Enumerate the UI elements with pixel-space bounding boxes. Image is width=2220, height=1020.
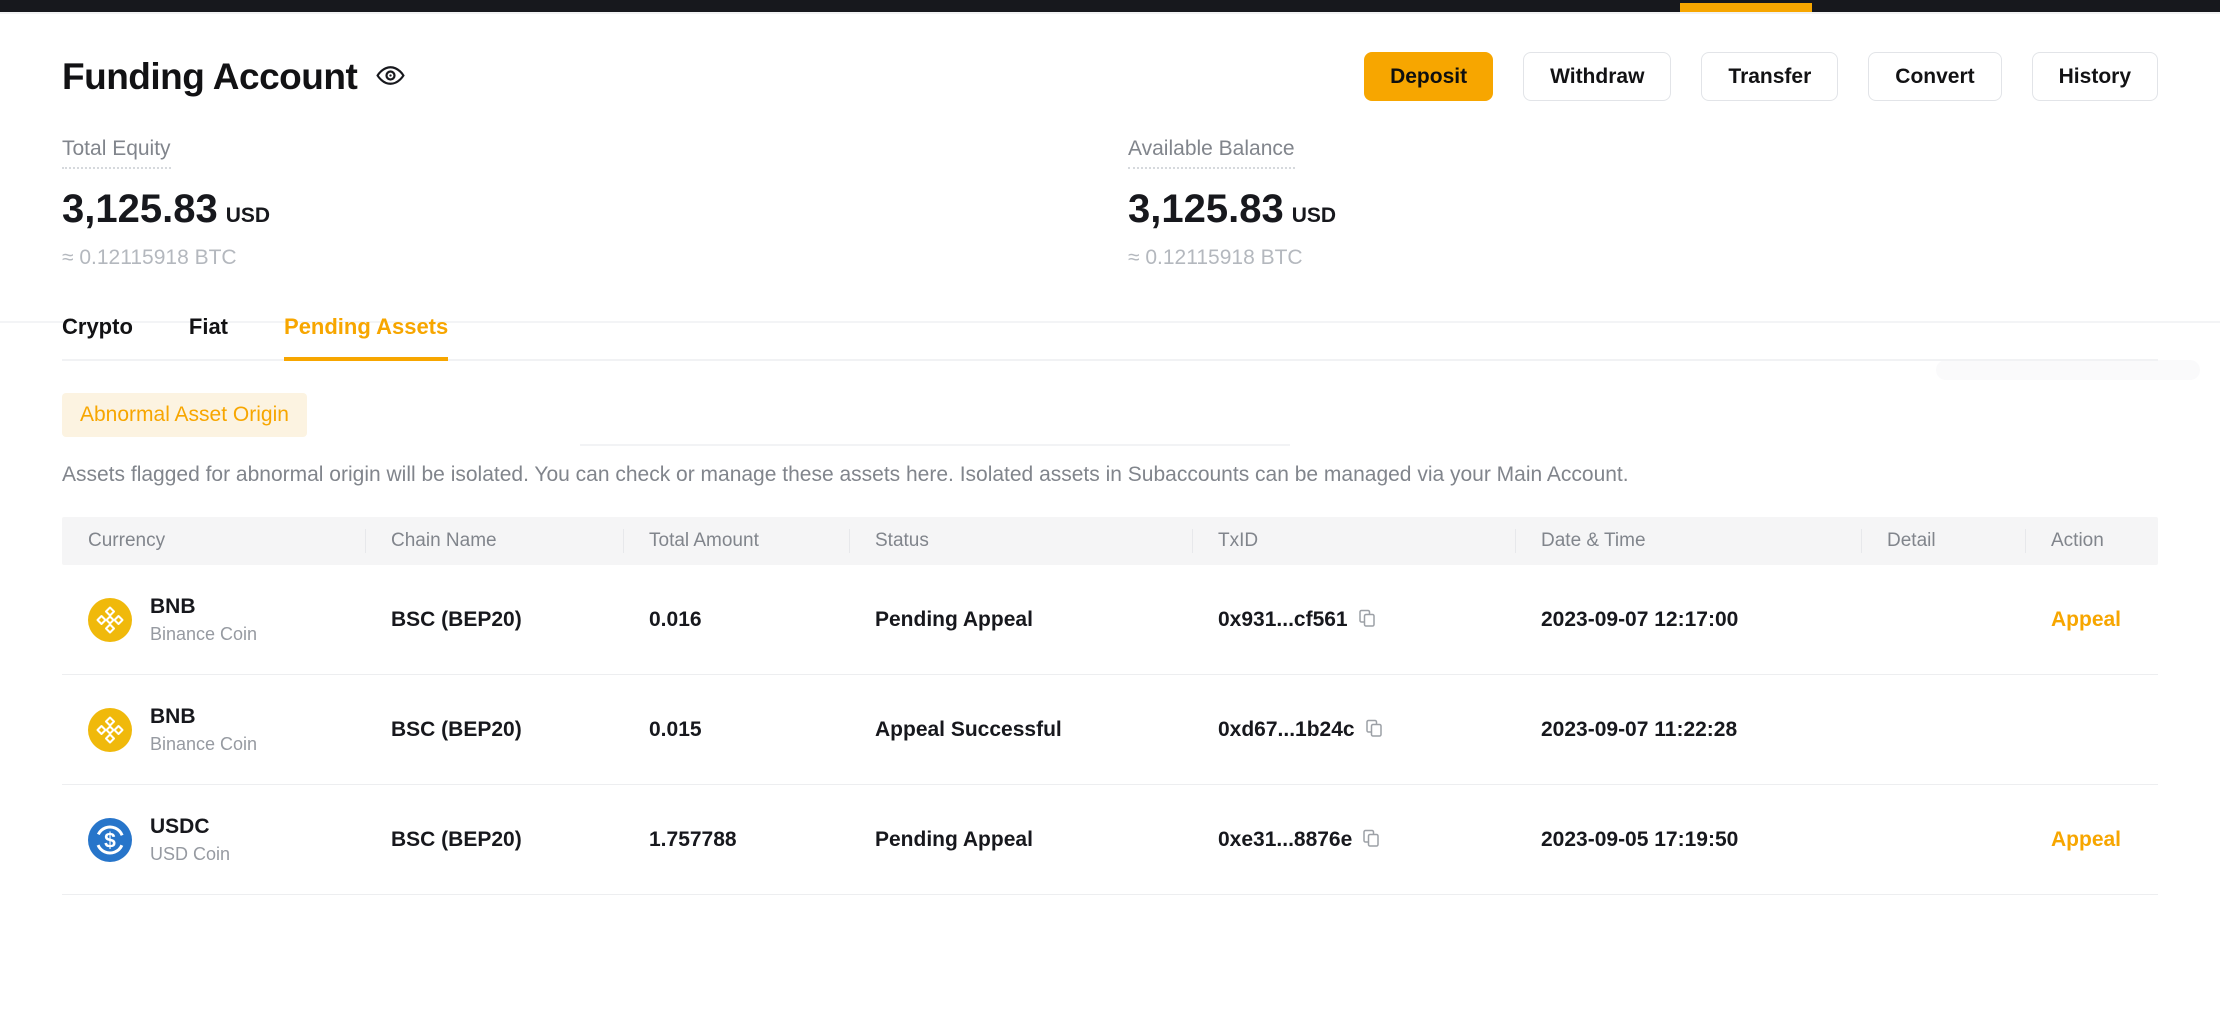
column-header-action: Action: [2025, 517, 2158, 565]
top-bar-edge: [0, 12, 2220, 14]
copy-icon: [1361, 828, 1381, 851]
page-title: Funding Account: [62, 56, 357, 98]
column-header-currency: Currency: [62, 517, 365, 565]
total-equity-value: 3,125.83USD: [62, 187, 1128, 232]
coin-name: Binance Coin: [150, 734, 257, 755]
chain-name-cell: BSC (BEP20): [365, 608, 623, 632]
convert-button[interactable]: Convert: [1868, 52, 2001, 101]
txid-value: 0xd67...1b24c: [1218, 718, 1355, 742]
column-header-date-time: Date & Time: [1515, 517, 1861, 565]
txid-cell: 0x931...cf561: [1192, 608, 1515, 632]
bnb-coin-icon: [88, 598, 132, 642]
total-amount-cell: 1.757788: [623, 828, 849, 852]
tab-crypto[interactable]: Crypto: [62, 314, 133, 359]
column-header-txid: TxID: [1192, 517, 1515, 565]
column-header-total-amount: Total Amount: [623, 517, 849, 565]
txid-value: 0xe31...8876e: [1218, 828, 1352, 852]
account-actions: Deposit Withdraw Transfer Convert Histor…: [1364, 52, 2158, 101]
withdraw-button[interactable]: Withdraw: [1523, 52, 1671, 101]
available-balance-block: Available Balance 3,125.83USD ≈ 0.121159…: [1128, 137, 1336, 270]
bnb-coin-icon: [88, 708, 132, 752]
coin-symbol: BNB: [150, 705, 257, 729]
chain-name-cell: BSC (BEP20): [365, 718, 623, 742]
history-button[interactable]: History: [2032, 52, 2158, 101]
total-equity-btc-approx: ≈ 0.12115918 BTC: [62, 246, 1128, 270]
coin-name: Binance Coin: [150, 624, 257, 645]
deposit-button[interactable]: Deposit: [1364, 52, 1493, 101]
section-description: Assets flagged for abnormal origin will …: [62, 463, 2158, 487]
column-header-status: Status: [849, 517, 1192, 565]
status-cell: Appeal Successful: [849, 718, 1192, 742]
appeal-link[interactable]: Appeal: [2051, 608, 2121, 631]
page-header: Funding Account Deposit Withdraw Transfe…: [62, 52, 2158, 101]
available-balance-value: 3,125.83USD: [1128, 187, 1336, 232]
txid-value: 0x931...cf561: [1218, 608, 1348, 632]
total-equity-label: Total Equity: [62, 137, 171, 169]
chain-name-cell: BSC (BEP20): [365, 828, 623, 852]
total-equity-block: Total Equity 3,125.83USD ≈ 0.12115918 BT…: [62, 137, 1128, 270]
appeal-link[interactable]: Appeal: [2051, 828, 2121, 851]
total-equity-currency: USD: [226, 204, 270, 227]
date-time-cell: 2023-09-05 17:19:50: [1515, 828, 1861, 852]
transfer-button[interactable]: Transfer: [1701, 52, 1838, 101]
available-balance-label: Available Balance: [1128, 137, 1295, 169]
currency-cell: BNB Binance Coin: [62, 595, 365, 645]
coin-symbol: USDC: [150, 815, 230, 839]
currency-cell: BNB Binance Coin: [62, 705, 365, 755]
eye-icon: [375, 60, 406, 94]
coin-name: USD Coin: [150, 844, 230, 865]
copy-txid-button[interactable]: [1357, 608, 1377, 631]
copy-txid-button[interactable]: [1364, 718, 1384, 741]
txid-cell: 0xe31...8876e: [1192, 828, 1515, 852]
copy-icon: [1357, 608, 1377, 631]
table-header-row: Currency Chain Name Total Amount Status …: [62, 517, 2158, 565]
total-amount-cell: 0.015: [623, 718, 849, 742]
usdc-coin-icon: $: [88, 818, 132, 862]
table-row: $ USDC USD Coin BSC (BEP20) 1.757788 Pen…: [62, 785, 2158, 895]
coin-symbol: BNB: [150, 595, 257, 619]
table-row: BNB Binance Coin BSC (BEP20) 0.016 Pendi…: [62, 565, 2158, 675]
date-time-cell: 2023-09-07 11:22:28: [1515, 718, 1861, 742]
tab-fiat[interactable]: Fiat: [189, 314, 228, 359]
table-row: BNB Binance Coin BSC (BEP20) 0.015 Appea…: [62, 675, 2158, 785]
svg-text:$: $: [104, 829, 116, 852]
column-header-detail: Detail: [1861, 517, 2025, 565]
txid-cell: 0xd67...1b24c: [1192, 718, 1515, 742]
currency-cell: $ USDC USD Coin: [62, 815, 365, 865]
pending-assets-table: Currency Chain Name Total Amount Status …: [62, 517, 2158, 895]
copy-txid-button[interactable]: [1361, 828, 1381, 851]
abnormal-asset-origin-badge: Abnormal Asset Origin: [62, 393, 307, 437]
column-header-chain-name: Chain Name: [365, 517, 623, 565]
asset-tabs: Crypto Fiat Pending Assets: [62, 314, 2158, 361]
browser-top-bar: [0, 0, 2220, 12]
available-balance-currency: USD: [1292, 204, 1336, 227]
total-amount-cell: 0.016: [623, 608, 849, 632]
tab-pending-assets[interactable]: Pending Assets: [284, 314, 448, 361]
toggle-balance-visibility-button[interactable]: [375, 60, 406, 94]
date-time-cell: 2023-09-07 12:17:00: [1515, 608, 1861, 632]
copy-icon: [1364, 718, 1384, 741]
status-cell: Pending Appeal: [849, 828, 1192, 852]
available-balance-btc-approx: ≈ 0.12115918 BTC: [1128, 246, 1336, 270]
balance-summary: Total Equity 3,125.83USD ≈ 0.12115918 BT…: [62, 137, 2158, 270]
status-cell: Pending Appeal: [849, 608, 1192, 632]
active-tab-indicator: [1680, 3, 1812, 12]
funding-account-page: Funding Account Deposit Withdraw Transfe…: [0, 52, 2220, 895]
